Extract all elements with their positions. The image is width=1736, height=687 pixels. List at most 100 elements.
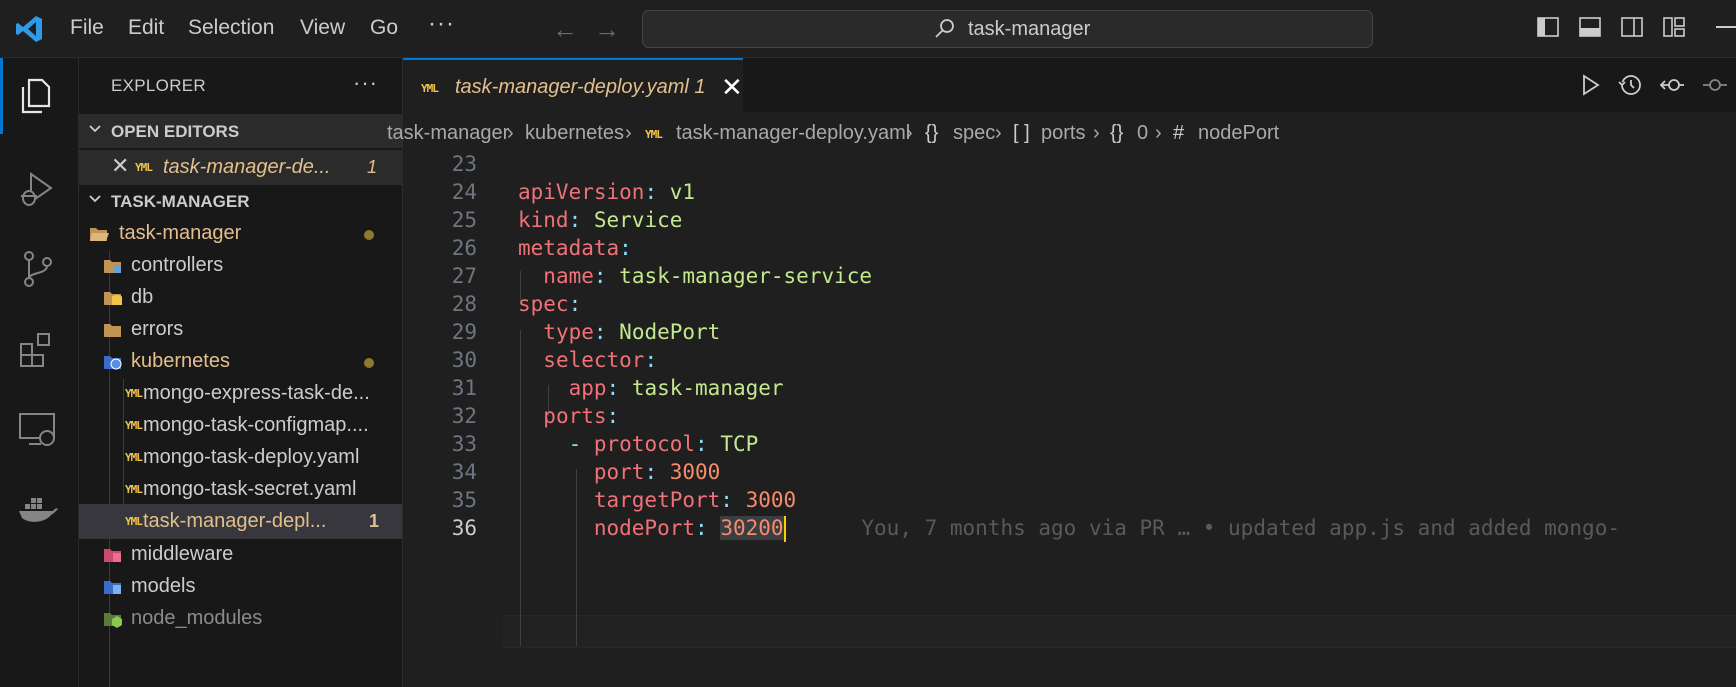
tree-item-controllers[interactable]: controllers xyxy=(79,248,402,283)
forward-arrow-icon[interactable]: → xyxy=(594,14,620,45)
open-editor-item[interactable]: ✕ YML task-manager-de... 1 xyxy=(79,150,402,185)
line-number: 29 xyxy=(451,320,477,344)
git-blame-annotation: You, 7 months ago via PR … • updated app… xyxy=(861,516,1620,540)
menu-selection[interactable]: Selection xyxy=(188,16,274,40)
chevron-right-icon: › xyxy=(1155,122,1162,144)
tree-item-label: task-manager-depl... xyxy=(143,510,327,532)
tree-item-mongo-configmap[interactable]: YML mongo-task-configmap.... xyxy=(79,408,402,443)
open-changes-icon[interactable] xyxy=(1660,73,1684,97)
yaml-key: port xyxy=(593,460,645,484)
yaml-icon: YML xyxy=(125,483,143,496)
line-number: 23 xyxy=(451,152,477,176)
middleware-folder-icon xyxy=(104,549,121,562)
git-commit-icon[interactable] xyxy=(1703,73,1727,97)
yaml-icon: YML xyxy=(125,515,143,528)
breadcrumb-item[interactable]: task-manager-deploy.yaml xyxy=(676,122,910,145)
tree-item-db[interactable]: db xyxy=(79,280,402,315)
menu-edit[interactable]: Edit xyxy=(128,16,164,40)
docker-icon[interactable] xyxy=(17,488,59,530)
code-line: metadata: xyxy=(518,236,632,260)
yaml-value: task-manager-service xyxy=(619,264,873,288)
activity-bar xyxy=(0,58,79,687)
tree-item-node-modules[interactable]: node_modules xyxy=(79,601,402,636)
code-line: name: task-manager-service xyxy=(543,264,873,288)
customize-layout-icon[interactable] xyxy=(1663,16,1685,38)
line-number: 32 xyxy=(451,404,477,428)
menu-more-button[interactable]: ··· xyxy=(428,10,455,38)
menu-view[interactable]: View xyxy=(300,16,345,40)
toggle-primary-sidebar-icon[interactable] xyxy=(1537,16,1559,38)
yaml-key: spec xyxy=(518,292,569,316)
tree-item-mongo-express[interactable]: YML mongo-express-task-de... xyxy=(79,376,402,411)
command-center-search[interactable]: task-manager xyxy=(642,10,1373,48)
close-editor-icon[interactable]: ✕ xyxy=(111,153,129,179)
breadcrumb-item[interactable]: ports xyxy=(1041,122,1085,145)
explorer-sidebar: EXPLORER ··· OPEN EDITORS ✕ YML task-man… xyxy=(79,58,403,687)
code-line: app: task-manager xyxy=(568,376,784,400)
breadcrumb-item[interactable]: 0 xyxy=(1137,122,1148,145)
tree-item-models[interactable]: models xyxy=(79,569,402,604)
tree-item-task-manager[interactable]: task-manager xyxy=(79,216,402,251)
vscode-logo-icon[interactable] xyxy=(14,14,44,44)
line-number: 31 xyxy=(451,376,477,400)
modified-dot xyxy=(364,230,374,240)
editor-area: YML task-manager-deploy.yaml 1 ✕ task-ma… xyxy=(387,58,1736,687)
tree-item-label: task-manager xyxy=(119,222,242,244)
yaml-key: metadata xyxy=(518,236,620,260)
active-indicator xyxy=(0,58,3,134)
menu-file[interactable]: File xyxy=(70,16,104,40)
chevron-right-icon: › xyxy=(507,122,514,144)
tree-item-mongo-secret[interactable]: YML mongo-task-secret.yaml xyxy=(79,472,402,507)
close-tab-icon[interactable]: ✕ xyxy=(721,72,743,103)
run-and-debug-icon[interactable] xyxy=(17,168,59,210)
yaml-value: Service xyxy=(593,208,683,232)
project-section-header[interactable]: TASK-MANAGER xyxy=(79,184,402,218)
array-icon: [ ] xyxy=(1013,122,1030,144)
explorer-more-button[interactable]: ··· xyxy=(353,70,378,96)
history-icon[interactable] xyxy=(1618,73,1642,97)
tree-item-label: controllers xyxy=(131,254,224,276)
line-number: 24 xyxy=(451,180,477,204)
tree-item-task-manager-deploy[interactable]: YML task-manager-depl... 1 xyxy=(79,504,402,539)
line-number-current: 36 xyxy=(451,516,477,540)
tab-filename: task-manager-deploy.yaml xyxy=(455,76,689,98)
yaml-value: task-manager xyxy=(631,376,784,400)
remote-explorer-icon[interactable] xyxy=(17,408,59,450)
toggle-panel-icon[interactable] xyxy=(1579,16,1601,38)
explorer-icon[interactable] xyxy=(17,74,59,116)
tab-task-manager-deploy[interactable]: YML task-manager-deploy.yaml 1 ✕ xyxy=(403,58,743,112)
run-icon[interactable] xyxy=(1578,73,1602,97)
line-number: 26 xyxy=(451,236,477,260)
tree-item-kubernetes[interactable]: kubernetes xyxy=(79,344,402,379)
extensions-icon[interactable] xyxy=(17,328,59,370)
breadcrumb-item[interactable]: kubernetes xyxy=(525,122,624,145)
chevron-down-icon xyxy=(89,195,101,203)
minimize-window-icon[interactable] xyxy=(1716,26,1736,28)
tree-item-errors[interactable]: errors xyxy=(79,312,402,347)
line-number: 28 xyxy=(451,292,477,316)
yaml-number: 3000 xyxy=(745,488,797,512)
breadcrumb-item[interactable]: task-manager xyxy=(387,122,509,145)
breadcrumb-item[interactable]: nodePort xyxy=(1198,122,1279,145)
source-control-icon[interactable] xyxy=(17,248,59,290)
code-line: ports: xyxy=(543,404,620,428)
open-editors-header[interactable]: OPEN EDITORS xyxy=(79,114,402,148)
back-arrow-icon[interactable]: ← xyxy=(552,14,578,45)
tree-item-label: middleware xyxy=(131,543,234,565)
menu-go[interactable]: Go xyxy=(370,16,398,40)
code-line: kind: Service xyxy=(518,208,683,232)
yaml-key: selector xyxy=(543,348,645,372)
yaml-key: apiVersion xyxy=(518,180,645,204)
tree-item-middleware[interactable]: middleware xyxy=(79,537,402,572)
yaml-icon: YML xyxy=(125,387,143,400)
yaml-key: kind xyxy=(518,208,569,232)
code-line: apiVersion: v1 xyxy=(518,180,696,204)
tree-item-mongo-deploy[interactable]: YML mongo-task-deploy.yaml xyxy=(79,440,402,475)
tab-problem-badge: 1 xyxy=(694,76,706,98)
toggle-secondary-sidebar-icon[interactable] xyxy=(1621,16,1643,38)
breadcrumb-item[interactable]: spec xyxy=(953,122,995,145)
line-number: 34 xyxy=(451,460,477,484)
modified-dot xyxy=(364,358,374,368)
open-editor-label: task-manager-de... xyxy=(163,156,331,178)
tree-item-label: mongo-task-deploy.yaml xyxy=(143,446,360,468)
